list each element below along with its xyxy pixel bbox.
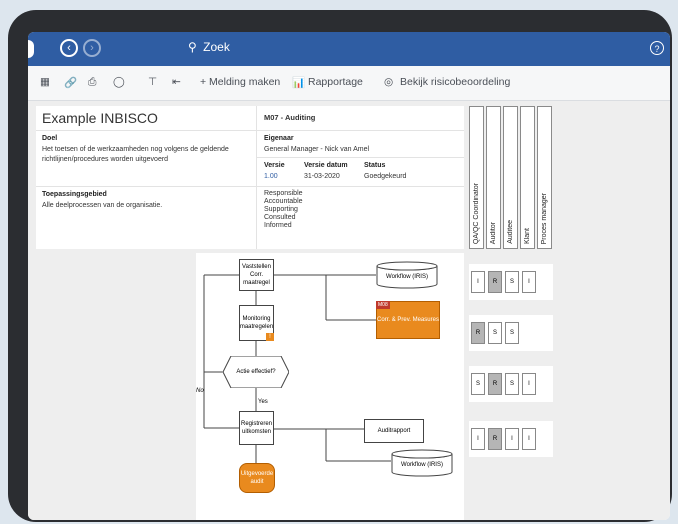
raci-cell: R	[488, 271, 502, 293]
raci-cell: S	[488, 322, 502, 344]
raci-cell: I	[522, 271, 536, 293]
raci-cell: I	[522, 428, 536, 450]
process-card: Example INBISCO M07 - Auditing Doel Het …	[36, 106, 464, 249]
raci-cell: I	[522, 373, 536, 395]
divider	[256, 157, 464, 158]
search-input[interactable]: ⚲ Zoek	[188, 40, 230, 54]
flow-step-vaststellen[interactable]: Vaststellen Corr. maatregel	[239, 259, 274, 291]
role-label: Auditee	[507, 220, 514, 244]
raci-supporting: Supporting	[264, 206, 298, 213]
raci-cell: S	[505, 271, 519, 293]
version-date-label: Versie datum	[304, 162, 348, 169]
status-value: Goedgekeurd	[364, 173, 407, 180]
doel-label: Doel	[42, 135, 58, 142]
flowchart: Vaststellen Corr. maatregel Monitoring m…	[196, 253, 464, 520]
process-title: Example INBISCO	[42, 110, 158, 126]
report-button[interactable]: Rapportage	[308, 76, 363, 88]
raci-cell: R	[471, 322, 485, 344]
forward-button[interactable]: ›	[83, 39, 101, 57]
status-label: Status	[364, 162, 386, 169]
raci-cell: I	[471, 271, 485, 293]
flow-step-registreren[interactable]: Registreren uitkomsten	[239, 411, 274, 445]
notify-button[interactable]: + Melding maken	[200, 76, 280, 88]
role-column: Auditor	[486, 106, 501, 249]
raci-cell: S	[505, 322, 519, 344]
role-label: Klant	[524, 228, 531, 244]
back-button[interactable]: ‹	[60, 39, 78, 57]
flow-workflow-2[interactable]: Workflow (IRIS)	[391, 453, 453, 477]
role-column: Proces manager	[537, 106, 552, 249]
divider	[36, 186, 464, 187]
version-date-value: 31-03-2020	[304, 173, 340, 180]
scope-label: Toepassingsgebied	[42, 191, 107, 198]
raci-cell: S	[505, 373, 519, 395]
collapse-icon[interactable]: ⊤	[148, 76, 157, 88]
raci-cell: I	[505, 428, 519, 450]
role-label: Proces manager	[541, 192, 548, 244]
comment-icon[interactable]: ◯	[113, 76, 125, 88]
search-icon: ⚲	[188, 40, 197, 54]
raci-cell: R	[488, 373, 502, 395]
grid-icon[interactable]: ▦	[40, 76, 50, 88]
screen: ‹ › ⚲ Zoek ? ▦ 🔗 ⎙ ◯ ⊤ ⇤ + Melding maken…	[28, 32, 670, 520]
role-label: QA/QC Coordinator	[473, 182, 480, 244]
top-bar: ‹ › ⚲ Zoek ?	[28, 32, 670, 66]
report-icon: 📊	[292, 77, 306, 89]
flow-label-yes: Yes	[258, 399, 268, 405]
raci-row: S R S I	[469, 366, 553, 402]
doel-text: Het toetsen of de werkzaamheden nog volg…	[42, 146, 229, 163]
role-column: QA/QC Coordinator	[469, 106, 484, 249]
flow-end-uitgevoerde-audit[interactable]: Uitgevoerde audit	[239, 463, 275, 493]
flow-label-no: No	[196, 388, 204, 394]
raci-cell: S	[471, 373, 485, 395]
raci-cell: I	[471, 428, 485, 450]
scope-text: Alle deelprocessen van de organisatie.	[42, 202, 163, 209]
raci-legend: Responsible Accountable Supporting Consu…	[264, 190, 303, 230]
version-label: Versie	[264, 162, 285, 169]
divider	[36, 130, 464, 131]
toolbar: ▦ 🔗 ⎙ ◯ ⊤ ⇤ + Melding maken 📊 Rapportage…	[28, 66, 670, 101]
risk-button[interactable]: Bekijk risicobeoordeling	[400, 76, 510, 88]
process-code: M07 - Auditing	[264, 113, 316, 122]
flow-workflow-1[interactable]: Workflow (IRIS)	[376, 265, 438, 289]
risk-icon: ◎	[384, 76, 394, 88]
raci-accountable: Accountable	[264, 198, 303, 205]
sidebar-edge	[28, 40, 34, 58]
content-area: Example INBISCO M07 - Auditing Doel Het …	[28, 101, 670, 520]
version-value[interactable]: 1.00	[264, 172, 278, 182]
m08-tag: M08	[376, 301, 390, 309]
flow-decision-actie[interactable]: Actie effectief?	[223, 356, 289, 388]
role-column: Auditee	[503, 106, 518, 249]
expand-icon[interactable]: ⇤	[172, 76, 181, 88]
owner-value: General Manager - Nick van Amel	[264, 146, 370, 153]
warning-icon: !	[266, 333, 274, 341]
search-placeholder: Zoek	[203, 40, 230, 54]
help-icon[interactable]: ?	[650, 41, 664, 55]
raci-row: I R I I	[469, 421, 553, 457]
raci-cell: R	[488, 428, 502, 450]
link-icon[interactable]: 🔗	[64, 76, 77, 89]
role-label: Auditor	[490, 221, 497, 244]
divider	[256, 106, 257, 249]
tablet-frame: ‹ › ⚲ Zoek ? ▦ 🔗 ⎙ ◯ ⊤ ⇤ + Melding maken…	[8, 10, 672, 522]
raci-informed: Informed	[264, 222, 292, 229]
raci-responsible: Responsible	[264, 190, 303, 197]
owner-label: Eigenaar	[264, 135, 294, 142]
raci-consulted: Consulted	[264, 214, 296, 221]
raci-row: R S S	[469, 315, 553, 351]
role-column: Klant	[520, 106, 535, 249]
raci-row: I R S I	[469, 264, 553, 300]
flow-doc-auditrapport[interactable]: Auditrapport	[364, 419, 424, 443]
print-icon[interactable]: ⎙	[88, 76, 96, 89]
